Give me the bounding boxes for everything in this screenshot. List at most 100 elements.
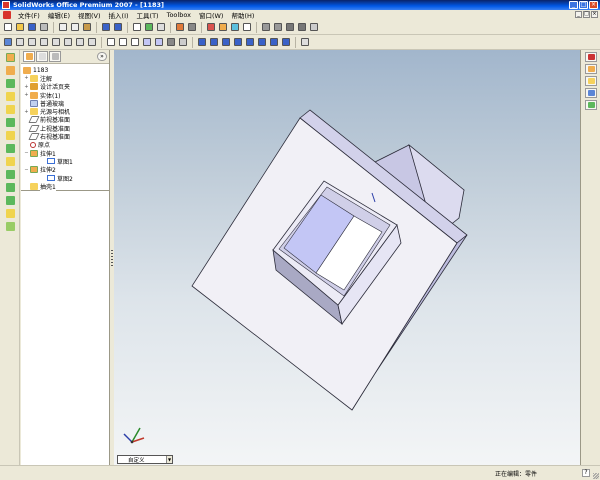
new-icon[interactable] <box>2 22 13 33</box>
isometric-view-icon[interactable] <box>268 37 279 48</box>
collapse-icon[interactable]: − <box>23 167 30 173</box>
view-orientation-dropdown[interactable]: 自定义 ▼ <box>117 455 173 464</box>
rebuild-icon[interactable] <box>143 22 154 33</box>
graphics-area[interactable]: 自定义 ▼ <box>114 50 580 465</box>
tree-item-design-binder[interactable]: + 设计活页夹 <box>23 83 109 91</box>
linear-pattern-icon[interactable] <box>3 168 17 180</box>
solidworks-resources-icon[interactable] <box>585 52 597 62</box>
perspective-icon[interactable] <box>177 37 188 48</box>
view-toolbar-icon[interactable] <box>229 22 240 33</box>
mirror-icon[interactable] <box>3 194 17 206</box>
file-properties-icon[interactable] <box>155 22 166 33</box>
zoom-selection-icon[interactable] <box>50 37 61 48</box>
design-library-tab-icon[interactable] <box>585 64 597 74</box>
photoworks-icon[interactable] <box>284 22 295 33</box>
measure-icon[interactable] <box>174 22 185 33</box>
expand-icon[interactable]: + <box>23 109 30 115</box>
close-button[interactable]: × <box>589 1 598 9</box>
print-icon[interactable] <box>38 22 49 33</box>
tree-item-sketch1[interactable]: 草图1 <box>23 157 109 166</box>
copy-icon[interactable] <box>69 22 80 33</box>
tree-item-right-plane[interactable]: 右视基准面 <box>23 132 109 141</box>
minimize-button[interactable]: _ <box>569 1 578 9</box>
draft-icon[interactable] <box>3 142 17 154</box>
chevron-down-icon[interactable]: ▼ <box>166 456 172 463</box>
collapse-panel-button[interactable]: » <box>97 52 107 61</box>
chamfer-icon[interactable] <box>3 103 17 115</box>
redo-icon[interactable] <box>112 22 123 33</box>
tab-property-manager[interactable] <box>36 51 48 62</box>
shaded-icon[interactable] <box>153 37 164 48</box>
left-view-icon[interactable] <box>220 37 231 48</box>
previous-view-icon[interactable] <box>2 37 13 48</box>
view-palette-icon[interactable] <box>585 100 597 110</box>
circular-pattern-icon[interactable] <box>3 181 17 193</box>
collapse-icon[interactable]: − <box>23 150 30 156</box>
expand-icon[interactable]: + <box>23 92 30 98</box>
tab-feature-manager[interactable] <box>23 51 35 62</box>
doc-close-button[interactable]: × <box>591 11 598 18</box>
menu-toolbox[interactable]: Toolbox <box>163 11 195 19</box>
menu-view[interactable]: 视图(V) <box>74 10 105 20</box>
curves-icon[interactable] <box>3 220 17 232</box>
expand-icon[interactable]: + <box>23 75 30 81</box>
save-icon[interactable] <box>26 22 37 33</box>
appearance-icon[interactable] <box>241 22 252 33</box>
sketch-toolbar-icon[interactable] <box>205 22 216 33</box>
pan-icon[interactable] <box>74 37 85 48</box>
menu-window[interactable]: 窗口(W) <box>195 10 228 20</box>
right-view-icon[interactable] <box>232 37 243 48</box>
tree-item-solid-bodies[interactable]: + 实体(1) <box>23 91 109 100</box>
undo-icon[interactable] <box>100 22 111 33</box>
search-icon[interactable] <box>585 88 597 98</box>
shell-icon[interactable] <box>3 129 17 141</box>
tree-item-origin[interactable]: 原点 <box>23 141 109 149</box>
menu-help[interactable]: 帮助(H) <box>227 10 258 20</box>
hidden-lines-visible-icon[interactable] <box>117 37 128 48</box>
open-icon[interactable] <box>14 22 25 33</box>
expand-icon[interactable]: + <box>23 84 30 90</box>
cut-icon[interactable] <box>57 22 68 33</box>
tree-item-shell1[interactable]: 抽壳1 <box>23 181 109 191</box>
zoom-area-icon[interactable] <box>26 37 37 48</box>
document-icon[interactable] <box>3 11 11 19</box>
doc-minimize-button[interactable]: _ <box>575 11 582 18</box>
extruded-boss-icon[interactable] <box>3 51 17 63</box>
menu-insert[interactable]: 插入(I) <box>105 10 133 20</box>
menu-tools[interactable]: 工具(T) <box>133 10 163 20</box>
help-icon[interactable] <box>308 22 319 33</box>
bottom-view-icon[interactable] <box>256 37 267 48</box>
hidden-lines-removed-icon[interactable] <box>129 37 140 48</box>
zoom-fit-icon[interactable] <box>14 37 25 48</box>
menu-edit[interactable]: 编辑(E) <box>44 10 74 20</box>
toolbox-icon[interactable] <box>260 22 271 33</box>
normal-to-icon[interactable] <box>280 37 291 48</box>
revolved-boss-icon[interactable] <box>3 64 17 76</box>
features-toolbar-icon[interactable] <box>217 22 228 33</box>
tree-item-sketch2[interactable]: 草图2 <box>23 174 109 183</box>
wireframe-icon[interactable] <box>105 37 116 48</box>
paste-icon[interactable] <box>81 22 92 33</box>
roll-view-icon[interactable] <box>86 37 97 48</box>
tree-root[interactable]: 1183 <box>23 66 109 74</box>
resize-grip[interactable] <box>593 473 599 479</box>
doc-restore-button[interactable]: □ <box>583 11 590 18</box>
help-button[interactable]: ? <box>582 469 590 477</box>
menu-file[interactable]: 文件(F) <box>14 10 44 20</box>
shaded-edges-icon[interactable] <box>141 37 152 48</box>
design-library-icon[interactable] <box>272 22 283 33</box>
zoom-in-out-icon[interactable] <box>38 37 49 48</box>
top-view-icon[interactable] <box>244 37 255 48</box>
extruded-cut-icon[interactable] <box>3 77 17 89</box>
maximize-button[interactable]: □ <box>579 1 588 9</box>
hole-wizard-icon[interactable] <box>3 155 17 167</box>
select-icon[interactable] <box>131 22 142 33</box>
rib-icon[interactable] <box>3 116 17 128</box>
back-view-icon[interactable] <box>208 37 219 48</box>
animator-icon[interactable] <box>296 22 307 33</box>
fillet-icon[interactable] <box>3 90 17 102</box>
options-icon[interactable] <box>186 22 197 33</box>
reference-geometry-icon[interactable] <box>3 207 17 219</box>
front-view-icon[interactable] <box>196 37 207 48</box>
file-explorer-icon[interactable] <box>585 76 597 86</box>
